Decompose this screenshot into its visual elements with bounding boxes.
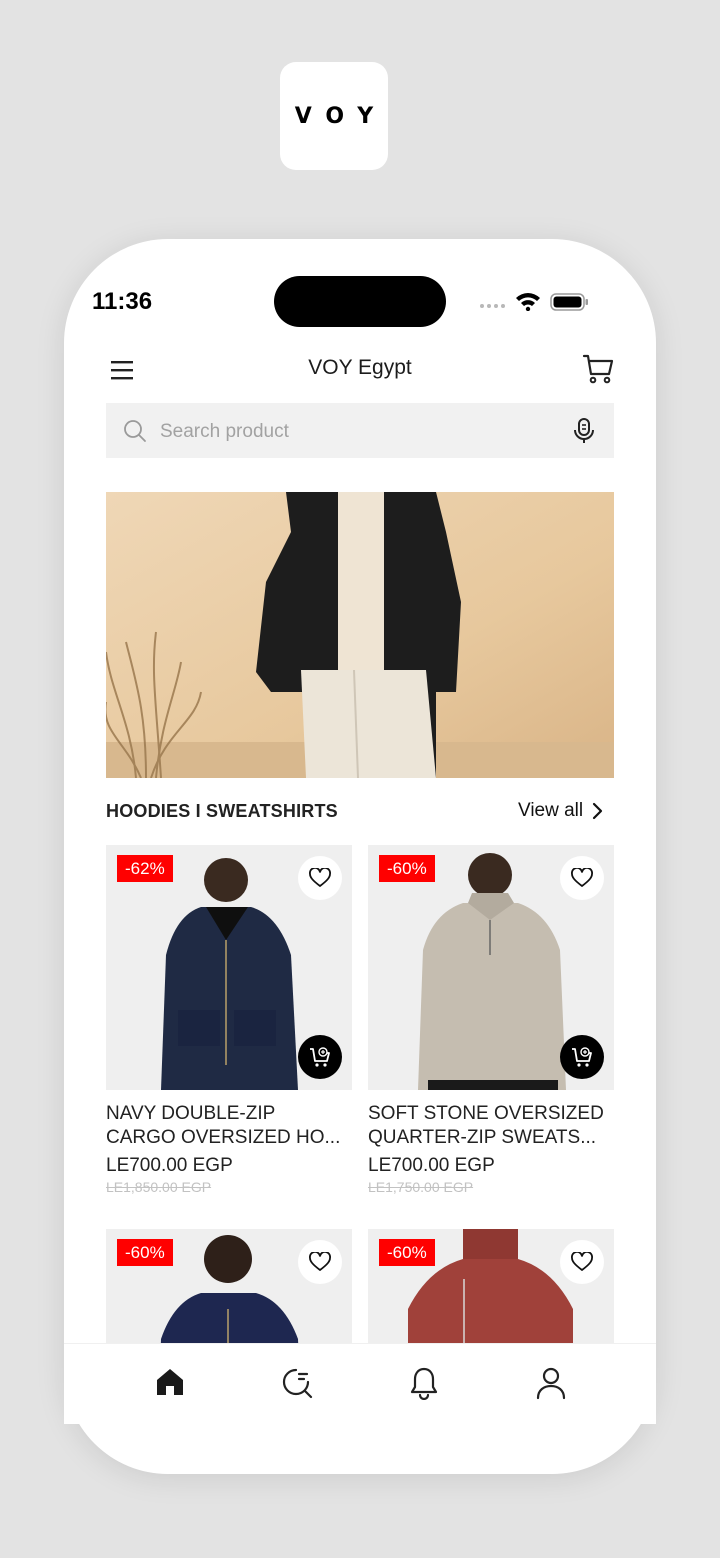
cart-plus-icon — [310, 1047, 330, 1067]
product-price: LE700.00 EGP — [368, 1155, 495, 1176]
heart-icon — [571, 868, 593, 887]
store-title: VOY Egypt — [308, 356, 412, 379]
user-icon[interactable] — [535, 1366, 567, 1400]
wishlist-button[interactable] — [298, 1240, 342, 1284]
discount-badge: -60% — [117, 1239, 173, 1266]
battery-icon — [550, 293, 588, 311]
product-card[interactable]: -60% — [106, 1229, 352, 1343]
dynamic-island — [274, 276, 446, 327]
wishlist-button[interactable] — [560, 856, 604, 900]
cart-icon[interactable] — [581, 352, 615, 386]
heart-icon — [309, 868, 331, 887]
product-old-price: LE1,750.00 EGP — [368, 1179, 474, 1195]
heart-icon — [309, 1252, 331, 1271]
bell-icon[interactable] — [408, 1366, 440, 1400]
product-image[interactable]: -60% — [106, 1229, 352, 1343]
discount-badge: -60% — [379, 1239, 435, 1266]
microphone-icon[interactable] — [572, 417, 596, 445]
menu-icon[interactable] — [108, 357, 136, 383]
signal-icon — [480, 304, 505, 308]
status-time: 11:36 — [92, 288, 153, 315]
discount-badge: -62% — [117, 855, 173, 882]
bottom-navigation — [64, 1343, 656, 1424]
product-image[interactable]: -62% — [106, 845, 352, 1090]
chevron-right-icon — [593, 802, 603, 820]
wishlist-button[interactable] — [298, 856, 342, 900]
product-name[interactable]: SOFT STONE OVERSIZED QUARTER-ZIP SWEATS.… — [368, 1102, 614, 1150]
discount-badge: -60% — [379, 855, 435, 882]
promo-banner-image[interactable] — [106, 492, 614, 778]
product-card[interactable]: -60% — [368, 1229, 614, 1343]
product-old-price: LE1,850.00 EGP — [106, 1179, 212, 1195]
product-name[interactable]: NAVY DOUBLE-ZIP CARGO OVERSIZED HO... — [106, 1102, 352, 1150]
cart-plus-icon — [572, 1047, 592, 1067]
wishlist-button[interactable] — [560, 1240, 604, 1284]
search-icon — [124, 420, 146, 442]
add-to-cart-button[interactable] — [298, 1035, 342, 1079]
home-icon[interactable] — [154, 1366, 186, 1398]
search-input[interactable] — [158, 403, 562, 460]
product-image[interactable]: -60% — [368, 845, 614, 1090]
product-price: LE700.00 EGP — [106, 1155, 233, 1176]
search-icon[interactable] — [280, 1366, 314, 1400]
heart-icon — [571, 1252, 593, 1271]
search-bar — [106, 403, 614, 460]
view-all-link[interactable]: View all — [518, 800, 603, 822]
view-all-label: View all — [518, 800, 584, 821]
wifi-icon — [516, 293, 540, 311]
product-image[interactable]: -60% — [368, 1229, 614, 1343]
app-logo: VOY — [280, 62, 388, 170]
logo-text: VOY — [294, 103, 388, 129]
add-to-cart-button[interactable] — [560, 1035, 604, 1079]
section-title: HOODIES I SWEATSHIRTS — [106, 801, 338, 821]
